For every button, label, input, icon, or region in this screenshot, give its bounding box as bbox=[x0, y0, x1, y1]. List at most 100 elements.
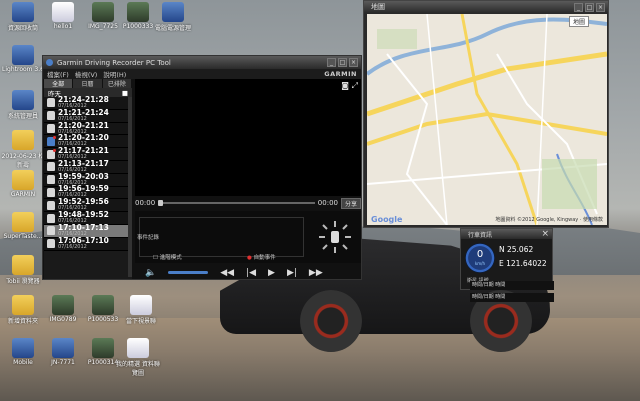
desktop-icon-label: JN-7771 bbox=[51, 359, 75, 366]
auto-event-checkbox[interactable]: ● 自動事件 bbox=[247, 253, 276, 261]
map-close-button[interactable]: × bbox=[596, 2, 605, 12]
background-wheel-rear bbox=[300, 290, 362, 352]
file-icon bbox=[52, 2, 74, 22]
map-titlebar[interactable]: 地圖 _ □ × bbox=[364, 1, 608, 13]
desktop-icon-label: Mobile bbox=[13, 359, 33, 366]
clip-panel: 全部 日曆 已排除 昨天 ■ 21:24-21:28 07/16/2012 21:2… bbox=[44, 79, 132, 279]
lock-icon bbox=[47, 226, 55, 236]
desktop-icon[interactable]: 系統管理員 bbox=[0, 90, 46, 120]
clip-text: 17:06-17:10 07/16/2012 bbox=[58, 235, 109, 249]
map-title: 地圖 bbox=[371, 3, 385, 11]
speed-unit: km/h bbox=[474, 261, 486, 266]
menu-view[interactable]: 檢視(V) bbox=[75, 69, 98, 79]
gps-info-row: 時間/日期 時間 bbox=[470, 281, 554, 290]
maximize-button[interactable]: □ bbox=[338, 58, 347, 67]
app-icon bbox=[12, 90, 34, 110]
image-icon bbox=[92, 2, 114, 22]
map-minimize-button[interactable]: _ bbox=[574, 2, 583, 12]
play-button[interactable]: ▶ bbox=[268, 268, 275, 278]
collapse-icon[interactable]: ■ bbox=[122, 89, 128, 97]
camera-icon[interactable]: ◙ bbox=[341, 81, 349, 90]
clip-scrollbar[interactable] bbox=[128, 97, 132, 277]
desktop-icon[interactable]: SuperTaste... bbox=[0, 212, 46, 240]
desktop-icon[interactable]: Tobii 瀏覽器 bbox=[0, 255, 46, 285]
app-icon bbox=[46, 59, 53, 66]
minimize-button[interactable]: _ bbox=[327, 58, 336, 67]
image-icon bbox=[92, 295, 114, 315]
menu-file[interactable]: 檔案(F) bbox=[47, 69, 69, 79]
advanced-mode-checkbox[interactable]: ☐ 進階模式 bbox=[153, 253, 182, 261]
rewind-button[interactable]: ◀◀ bbox=[220, 268, 234, 278]
file-icon bbox=[127, 338, 149, 358]
speed-gauge: 0 km/h bbox=[465, 243, 495, 273]
volume-icon[interactable]: 🔈 bbox=[145, 268, 156, 278]
desktop-icon-label: 新增資料夾 bbox=[7, 318, 38, 325]
desktop-icon[interactable]: 我的精選 資料聯覽圖 bbox=[115, 338, 161, 377]
menu-help[interactable]: 說明(H) bbox=[103, 69, 126, 79]
playback-controls: 🔈 ◀◀ |◀ ▶ ▶| ▶▶ bbox=[135, 266, 361, 279]
fullscreen-icon[interactable]: ⤢ bbox=[352, 81, 358, 90]
lock-icon bbox=[47, 98, 55, 108]
seek-knob[interactable] bbox=[158, 200, 164, 206]
desktop-icon-label: 電腦電源管理 bbox=[154, 25, 191, 32]
gps-info-row: 時間/日期 時間 bbox=[470, 293, 554, 302]
gps-close-button[interactable]: × bbox=[541, 229, 549, 239]
app-icon bbox=[12, 338, 34, 358]
clip-time: 21:13-21:17 bbox=[58, 158, 109, 168]
gps-titlebar[interactable]: 行車資訊 × bbox=[461, 229, 552, 239]
desktop-icon-label: IMG_7725 bbox=[88, 23, 118, 30]
desktop-icon[interactable]: GARMIN bbox=[0, 170, 46, 198]
map-roads bbox=[367, 14, 607, 225]
clip-time: 17:06-17:10 bbox=[58, 235, 109, 245]
fast-forward-button[interactable]: ▶▶ bbox=[309, 268, 323, 278]
desktop-icon[interactable]: 電腦電源管理 bbox=[150, 2, 196, 32]
desktop-icon[interactable]: Lightroom 3.6 bbox=[0, 45, 46, 73]
brand-logo: GARMIN bbox=[324, 70, 357, 78]
desktop-icon-label: P1000533 bbox=[87, 316, 119, 323]
lock-icon bbox=[47, 111, 55, 121]
menu-bar: 檔案(F) 檢視(V) 說明(H) GARMIN bbox=[43, 69, 361, 79]
map-type-select[interactable]: 地圖 bbox=[568, 16, 589, 27]
video-player[interactable]: ◙ ⤢ bbox=[135, 79, 361, 196]
volume-slider[interactable] bbox=[168, 271, 209, 274]
google-logo: Google bbox=[371, 215, 403, 224]
desktop-icon-label: Lightroom 3.6 bbox=[2, 66, 44, 73]
window-title: Garmin Driving Recorder PC Tool bbox=[57, 58, 171, 67]
lock-icon bbox=[47, 213, 55, 223]
tab-excluded[interactable]: 已排除 bbox=[102, 79, 132, 88]
gsensor-icon bbox=[319, 221, 351, 253]
recorder-titlebar[interactable]: Garmin Driving Recorder PC Tool _ □ × bbox=[43, 56, 361, 69]
desktop-icon[interactable]: 2012-06-23 松新壽 bbox=[0, 130, 46, 169]
close-button[interactable]: × bbox=[349, 58, 358, 67]
clip-row[interactable]: 17:06-17:10 07/16/2012 bbox=[44, 235, 128, 251]
folder-icon bbox=[12, 170, 34, 190]
map-window: 地圖 _ □ × 地圖 Google 地圖資料 ©2012 Google, Ki… bbox=[363, 0, 609, 228]
lock-icon bbox=[47, 123, 55, 133]
map-view[interactable]: 地圖 Google 地圖資料 ©2012 Google, Kingway · 使… bbox=[367, 14, 607, 225]
folder-icon bbox=[12, 295, 34, 315]
tab-calendar[interactable]: 日曆 bbox=[73, 79, 103, 88]
timeline: 00:00 00:00 分享 bbox=[135, 197, 361, 209]
event-label: 事件記錄 bbox=[137, 235, 160, 241]
latitude: N 25.062 bbox=[499, 245, 534, 254]
longitude: E 121.64022 bbox=[499, 259, 547, 268]
folder-icon bbox=[12, 212, 34, 232]
gps-title: 行車資訊 bbox=[468, 231, 493, 239]
desktop-icon-label: P1000333 bbox=[122, 23, 154, 30]
lock-icon bbox=[47, 175, 55, 185]
share-button[interactable]: 分享 bbox=[340, 197, 361, 209]
folder-icon bbox=[12, 130, 34, 150]
seek-bar[interactable] bbox=[158, 200, 315, 206]
desktop-icon-label: 資源回收筒 bbox=[7, 25, 38, 32]
app-icon bbox=[52, 338, 74, 358]
app-icon bbox=[12, 45, 34, 65]
clip-list: 21:24-21:28 07/16/2012 21:21-21:24 07/16/20… bbox=[44, 96, 128, 251]
next-clip-button[interactable]: ▶| bbox=[287, 268, 297, 278]
desktop-icon[interactable]: 當下視景聯 bbox=[118, 295, 164, 325]
clip-text: 21:21-21:24 07/16/2012 bbox=[58, 108, 109, 121]
clip-time: 19:59-20:03 bbox=[58, 171, 109, 181]
advanced-mode-label: 進階模式 bbox=[159, 255, 182, 261]
lock-icon bbox=[47, 239, 55, 249]
map-maximize-button[interactable]: □ bbox=[585, 2, 594, 12]
prev-clip-button[interactable]: |◀ bbox=[246, 268, 256, 278]
